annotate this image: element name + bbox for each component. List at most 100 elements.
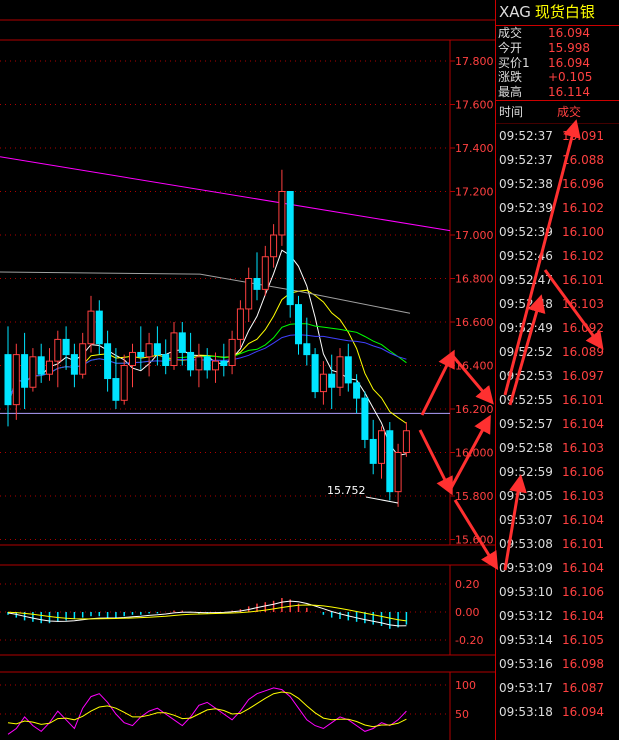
candle-body — [344, 356, 352, 384]
price-tick-label: 15.800 — [455, 490, 494, 503]
quote-label: 今开 — [498, 40, 523, 55]
kdj-tick-label: 100 — [455, 679, 476, 692]
candle-body — [4, 354, 12, 406]
candle-body — [178, 332, 186, 353]
tick-row[interactable]: 09:53:17 16.087 — [496, 676, 619, 700]
quote-value: 16.094 — [548, 26, 590, 40]
tick-row[interactable]: 09:52:47 16.101 — [496, 268, 619, 292]
tick-time: 09:52:37 — [499, 152, 553, 167]
tick-price: 16.104 — [562, 416, 604, 431]
quote-label: 买价1 — [498, 55, 530, 70]
candle-body — [286, 191, 294, 306]
candle-body — [386, 430, 394, 493]
candle-body — [29, 356, 37, 388]
candle-body — [261, 256, 269, 290]
tick-row[interactable]: 09:53:05 16.103 — [496, 484, 619, 508]
candle-body — [37, 356, 45, 375]
tick-row[interactable]: 09:52:53 16.097 — [496, 364, 619, 388]
candle-body — [187, 351, 195, 371]
candle-body — [328, 373, 336, 388]
quote-label: 涨跌 — [498, 70, 523, 85]
tick-row[interactable]: 09:53:07 16.104 — [496, 508, 619, 532]
quote-label: 最高 — [498, 85, 523, 100]
tick-time: 09:53:08 — [499, 536, 553, 551]
candle-body — [137, 351, 145, 358]
candle-body — [203, 356, 211, 371]
candle-body — [70, 354, 78, 375]
tick-row[interactable]: 09:52:38 16.096 — [496, 172, 619, 196]
tick-row[interactable]: 09:52:58 16.103 — [496, 436, 619, 460]
tick-row[interactable]: 09:52:37 16.091 — [496, 124, 619, 148]
candle-body — [129, 351, 136, 367]
quote-value: +0.105 — [548, 70, 593, 85]
tick-price: 16.087 — [562, 680, 604, 695]
tick-price: 16.101 — [562, 272, 604, 287]
tick-row[interactable]: 09:53:16 16.098 — [496, 652, 619, 676]
tick-price: 16.102 — [562, 200, 604, 215]
quote-panel: 成交 16.094 今开 15.998 买价1 16.094 涨跌 +0.105 最高 16.11… — [496, 26, 619, 101]
price-tick-label: 16.600 — [455, 316, 494, 329]
macd-tick-label: 0.00 — [455, 606, 480, 619]
tick-time: 09:52:38 — [499, 176, 553, 191]
tick-time: 09:53:07 — [499, 512, 553, 527]
tick-time: 09:53:16 — [499, 656, 553, 671]
candle-body — [62, 338, 70, 356]
price-tick-label: 15.600 — [455, 534, 494, 547]
tick-row[interactable]: 09:52:59 16.106 — [496, 460, 619, 484]
tick-price: 16.088 — [562, 152, 604, 167]
candle-body — [21, 354, 29, 388]
symbol-header: XAG 现货白银 — [496, 0, 619, 26]
quote-value: 16.114 — [548, 85, 590, 100]
candle-body — [95, 310, 103, 345]
candle-body — [402, 430, 410, 453]
candle-body — [361, 397, 369, 440]
candle-body — [236, 308, 244, 340]
tick-time: 09:52:39 — [499, 200, 553, 215]
low-annotation-label: 15.752 — [327, 484, 366, 497]
candle-body — [46, 360, 53, 375]
ticks-header-time: 时间 — [499, 104, 524, 119]
tick-row[interactable]: 09:53:14 16.105 — [496, 628, 619, 652]
tick-row[interactable]: 09:52:39 16.100 — [496, 220, 619, 244]
quote-row: 成交 16.094 — [498, 26, 619, 41]
tick-row[interactable]: 09:52:39 16.102 — [496, 196, 619, 220]
tick-row[interactable]: 09:53:08 16.101 — [496, 532, 619, 556]
tick-list[interactable]: 09:52:37 16.091 09:52:37 16.088 09:52:38 16.0… — [496, 124, 619, 724]
candle-body — [145, 343, 153, 358]
tick-price: 16.104 — [562, 560, 604, 575]
candle-body — [79, 343, 87, 375]
candle-body — [195, 356, 203, 371]
tick-price: 16.092 — [562, 320, 604, 335]
kline-chart[interactable]: 17.800 17.600 17.400 17.200 17.000 16.800 16.6… — [0, 0, 495, 740]
tick-row[interactable]: 09:53:09 16.104 — [496, 556, 619, 580]
tick-row[interactable]: 09:53:12 16.104 — [496, 604, 619, 628]
tick-price: 16.101 — [562, 536, 604, 551]
price-tick-label: 17.800 — [455, 55, 494, 68]
tick-time: 09:52:59 — [499, 464, 553, 479]
quote-label: 成交 — [498, 26, 523, 40]
tick-row[interactable]: 09:52:55 16.101 — [496, 388, 619, 412]
tick-row[interactable]: 09:52:57 16.104 — [496, 412, 619, 436]
tick-row[interactable]: 09:52:52 16.089 — [496, 340, 619, 364]
tick-time: 09:52:53 — [499, 368, 553, 383]
candle-body — [228, 338, 236, 366]
candle-body — [54, 338, 62, 362]
price-tick-label: 17.000 — [455, 229, 494, 242]
price-tick-label: 17.200 — [455, 186, 494, 199]
tick-time: 09:52:46 — [499, 248, 553, 263]
tick-row[interactable]: 09:52:37 16.088 — [496, 148, 619, 172]
tick-time: 09:53:09 — [499, 560, 553, 575]
tick-row[interactable]: 09:52:48 16.103 — [496, 292, 619, 316]
candle-body — [112, 378, 120, 401]
tick-price: 16.105 — [562, 632, 604, 647]
kdj-tick-label: 50 — [455, 708, 469, 721]
tick-time: 09:53:18 — [499, 704, 553, 719]
tick-row[interactable]: 09:53:10 16.106 — [496, 580, 619, 604]
ticks-header-price: 成交 — [557, 104, 582, 119]
tick-row[interactable]: 09:52:49 16.092 — [496, 316, 619, 340]
tick-row[interactable]: 09:52:46 16.102 — [496, 244, 619, 268]
tick-price: 16.103 — [562, 296, 604, 311]
tick-row[interactable]: 09:53:18 16.094 — [496, 700, 619, 724]
tick-price: 16.100 — [562, 224, 604, 239]
symbol-code: XAG — [499, 3, 531, 21]
